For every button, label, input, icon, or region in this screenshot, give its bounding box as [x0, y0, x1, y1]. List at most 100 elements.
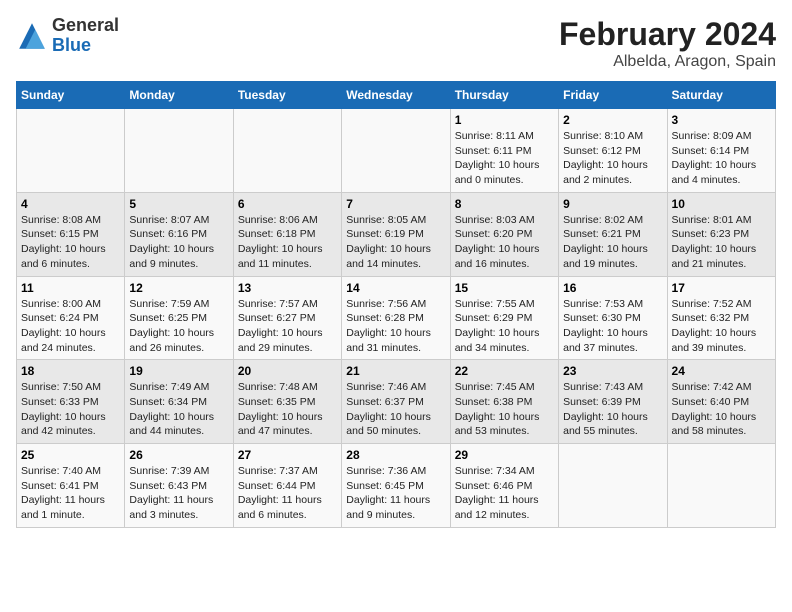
days-of-week-row: Sunday Monday Tuesday Wednesday Thursday…: [17, 82, 776, 109]
calendar-header: Sunday Monday Tuesday Wednesday Thursday…: [17, 82, 776, 109]
calendar-table: Sunday Monday Tuesday Wednesday Thursday…: [16, 81, 776, 528]
day-info: Sunrise: 7:45 AM Sunset: 6:38 PM Dayligh…: [455, 380, 554, 439]
day-number: 2: [563, 113, 662, 127]
cell-week3-day3: 14 Sunrise: 7:56 AM Sunset: 6:28 PM Dayli…: [342, 276, 450, 360]
cell-week2-day1: 5 Sunrise: 8:07 AM Sunset: 6:16 PM Daylig…: [125, 192, 233, 276]
week-row-1: 1 Sunrise: 8:11 AM Sunset: 6:11 PM Daylig…: [17, 109, 776, 193]
cell-week3-day5: 16Sunrise: 7:53 AM Sunset: 6:30 PM Dayli…: [559, 276, 667, 360]
logo: General Blue: [16, 16, 119, 56]
cell-week5-day2: 27Sunrise: 7:37 AM Sunset: 6:44 PM Dayli…: [233, 444, 341, 528]
day-number: 26: [129, 448, 228, 462]
logo-general: General: [52, 16, 119, 36]
cell-week4-day1: 19 Sunrise: 7:49 AM Sunset: 6:34 PM Dayli…: [125, 360, 233, 444]
cell-week3-day4: 15Sunrise: 7:55 AM Sunset: 6:29 PM Dayli…: [450, 276, 558, 360]
day-number: 17: [672, 281, 771, 295]
day-info: Sunrise: 8:09 AM Sunset: 6:14 PM Dayligh…: [672, 129, 771, 188]
day-number: 3: [672, 113, 771, 127]
day-info: Sunrise: 8:03 AM Sunset: 6:20 PM Dayligh…: [455, 213, 554, 272]
day-info: Sunrise: 8:11 AM Sunset: 6:11 PM Dayligh…: [455, 129, 554, 188]
cell-week2-day0: 4 Sunrise: 8:08 AM Sunset: 6:15 PM Daylig…: [17, 192, 125, 276]
day-number: 11: [21, 281, 120, 295]
day-info: Sunrise: 7:56 AM Sunset: 6:28 PM Dayligh…: [346, 297, 445, 356]
day-number: 18: [21, 364, 120, 378]
location: Albelda, Aragon, Spain: [559, 53, 776, 71]
day-number: 22: [455, 364, 554, 378]
day-info: Sunrise: 8:02 AM Sunset: 6:21 PM Dayligh…: [563, 213, 662, 272]
header-saturday: Saturday: [667, 82, 775, 109]
day-number: 19: [129, 364, 228, 378]
cell-week2-day6: 10 Sunrise: 8:01 AM Sunset: 6:23 PM Dayli…: [667, 192, 775, 276]
day-number: 5: [129, 197, 228, 211]
day-number: 14: [346, 281, 445, 295]
day-info: Sunrise: 7:52 AM Sunset: 6:32 PM Dayligh…: [672, 297, 771, 356]
cell-week5-day0: 25Sunrise: 7:40 AM Sunset: 6:41 PM Dayli…: [17, 444, 125, 528]
day-number: 13: [238, 281, 337, 295]
cell-week1-day5: 2Sunrise: 8:10 AM Sunset: 6:12 PM Daylig…: [559, 109, 667, 193]
day-info: Sunrise: 8:01 AM Sunset: 6:23 PM Dayligh…: [672, 213, 771, 272]
header-monday: Monday: [125, 82, 233, 109]
cell-week3-day2: 13 Sunrise: 7:57 AM Sunset: 6:27 PM Dayli…: [233, 276, 341, 360]
day-info: Sunrise: 7:36 AM Sunset: 6:45 PM Dayligh…: [346, 464, 445, 523]
day-info: Sunrise: 7:43 AM Sunset: 6:39 PM Dayligh…: [563, 380, 662, 439]
day-number: 1: [455, 113, 554, 127]
header-sunday: Sunday: [17, 82, 125, 109]
day-number: 21: [346, 364, 445, 378]
day-info: Sunrise: 7:48 AM Sunset: 6:35 PM Dayligh…: [238, 380, 337, 439]
cell-week2-day4: 8 Sunrise: 8:03 AM Sunset: 6:20 PM Daylig…: [450, 192, 558, 276]
day-info: Sunrise: 8:00 AM Sunset: 6:24 PM Dayligh…: [21, 297, 120, 356]
cell-week1-day4: 1 Sunrise: 8:11 AM Sunset: 6:11 PM Daylig…: [450, 109, 558, 193]
day-info: Sunrise: 7:55 AM Sunset: 6:29 PM Dayligh…: [455, 297, 554, 356]
cell-week1-day2: [233, 109, 341, 193]
cell-week4-day3: 21 Sunrise: 7:46 AM Sunset: 6:37 PM Dayli…: [342, 360, 450, 444]
cell-week5-day5: [559, 444, 667, 528]
week-row-2: 4 Sunrise: 8:08 AM Sunset: 6:15 PM Daylig…: [17, 192, 776, 276]
cell-week3-day0: 11 Sunrise: 8:00 AM Sunset: 6:24 PM Dayli…: [17, 276, 125, 360]
week-row-5: 25Sunrise: 7:40 AM Sunset: 6:41 PM Dayli…: [17, 444, 776, 528]
header-friday: Friday: [559, 82, 667, 109]
month-year: February 2024: [559, 16, 776, 53]
day-info: Sunrise: 7:50 AM Sunset: 6:33 PM Dayligh…: [21, 380, 120, 439]
day-info: Sunrise: 8:08 AM Sunset: 6:15 PM Dayligh…: [21, 213, 120, 272]
day-info: Sunrise: 7:42 AM Sunset: 6:40 PM Dayligh…: [672, 380, 771, 439]
day-number: 9: [563, 197, 662, 211]
cell-week4-day2: 20 Sunrise: 7:48 AM Sunset: 6:35 PM Dayli…: [233, 360, 341, 444]
cell-week5-day1: 26 Sunrise: 7:39 AM Sunset: 6:43 PM Dayli…: [125, 444, 233, 528]
day-number: 12: [129, 281, 228, 295]
day-number: 24: [672, 364, 771, 378]
cell-week1-day1: [125, 109, 233, 193]
cell-week5-day6: [667, 444, 775, 528]
day-info: Sunrise: 7:49 AM Sunset: 6:34 PM Dayligh…: [129, 380, 228, 439]
calendar-body: 1 Sunrise: 8:11 AM Sunset: 6:11 PM Daylig…: [17, 109, 776, 528]
day-number: 27: [238, 448, 337, 462]
day-info: Sunrise: 7:46 AM Sunset: 6:37 PM Dayligh…: [346, 380, 445, 439]
cell-week2-day2: 6Sunrise: 8:06 AM Sunset: 6:18 PM Daylig…: [233, 192, 341, 276]
cell-week4-day4: 22 Sunrise: 7:45 AM Sunset: 6:38 PM Dayli…: [450, 360, 558, 444]
day-number: 20: [238, 364, 337, 378]
header-tuesday: Tuesday: [233, 82, 341, 109]
cell-week2-day5: 9 Sunrise: 8:02 AM Sunset: 6:21 PM Daylig…: [559, 192, 667, 276]
cell-week5-day3: 28 Sunrise: 7:36 AM Sunset: 6:45 PM Dayli…: [342, 444, 450, 528]
day-number: 7: [346, 197, 445, 211]
cell-week5-day4: 29Sunrise: 7:34 AM Sunset: 6:46 PM Dayli…: [450, 444, 558, 528]
day-number: 23: [563, 364, 662, 378]
day-info: Sunrise: 7:34 AM Sunset: 6:46 PM Dayligh…: [455, 464, 554, 523]
cell-week4-day5: 23 Sunrise: 7:43 AM Sunset: 6:39 PM Dayli…: [559, 360, 667, 444]
day-number: 4: [21, 197, 120, 211]
cell-week2-day3: 7Sunrise: 8:05 AM Sunset: 6:19 PM Daylig…: [342, 192, 450, 276]
title-block: February 2024 Albelda, Aragon, Spain: [559, 16, 776, 71]
week-row-3: 11 Sunrise: 8:00 AM Sunset: 6:24 PM Dayli…: [17, 276, 776, 360]
day-number: 28: [346, 448, 445, 462]
day-info: Sunrise: 8:06 AM Sunset: 6:18 PM Dayligh…: [238, 213, 337, 272]
day-info: Sunrise: 7:57 AM Sunset: 6:27 PM Dayligh…: [238, 297, 337, 356]
day-info: Sunrise: 8:07 AM Sunset: 6:16 PM Dayligh…: [129, 213, 228, 272]
header-thursday: Thursday: [450, 82, 558, 109]
day-number: 10: [672, 197, 771, 211]
day-info: Sunrise: 7:53 AM Sunset: 6:30 PM Dayligh…: [563, 297, 662, 356]
day-number: 8: [455, 197, 554, 211]
day-info: Sunrise: 7:40 AM Sunset: 6:41 PM Dayligh…: [21, 464, 120, 523]
page-header: General Blue February 2024 Albelda, Arag…: [16, 16, 776, 71]
header-wednesday: Wednesday: [342, 82, 450, 109]
cell-week4-day0: 18 Sunrise: 7:50 AM Sunset: 6:33 PM Dayli…: [17, 360, 125, 444]
day-info: Sunrise: 7:39 AM Sunset: 6:43 PM Dayligh…: [129, 464, 228, 523]
cell-week1-day0: [17, 109, 125, 193]
